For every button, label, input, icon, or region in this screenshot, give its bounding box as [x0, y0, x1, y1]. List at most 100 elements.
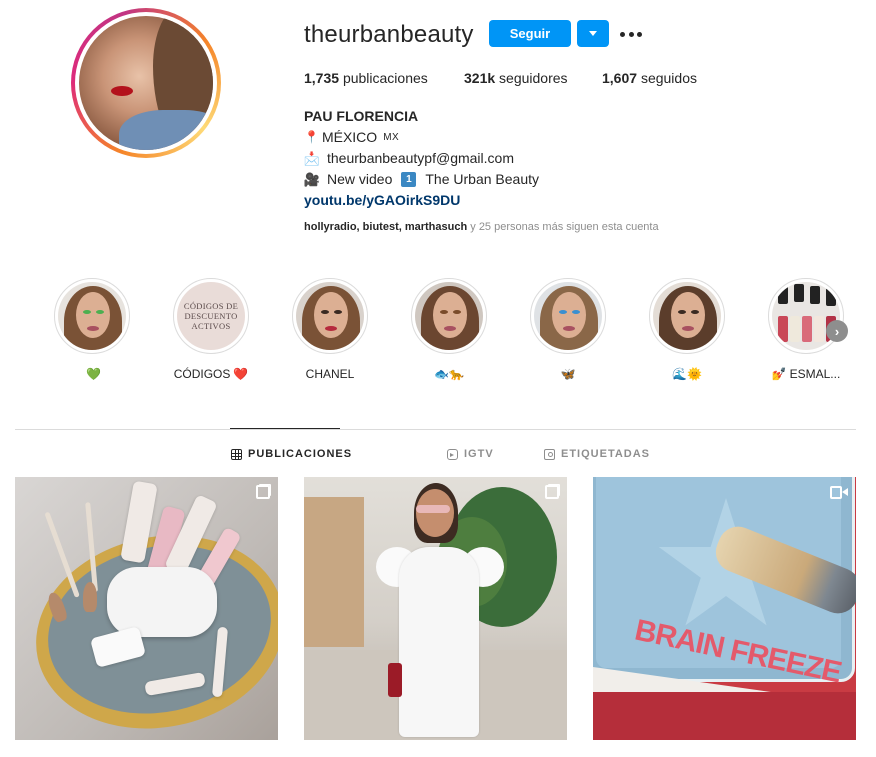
highlight-label-text: CÓDIGOS [173, 367, 231, 381]
highlight-image: CÓDIGOS DE DESCUENTO ACTIVOS [177, 282, 245, 350]
eye-shape [678, 310, 686, 314]
username: theurbanbeauty [304, 21, 474, 48]
post-thumbnail[interactable]: BRAIN FREEZE [593, 477, 856, 740]
video-icon [830, 486, 848, 499]
bio-location: 📍 MÉXICO MX [304, 127, 539, 148]
highlight-label: CÓDIGOS ❤️ [166, 366, 256, 382]
tab-publicaciones[interactable]: PUBLICACIONES [231, 446, 352, 462]
eye-shape [440, 310, 448, 314]
followed-by-names: hollyradio, biutest, marthasuch [304, 221, 468, 233]
highlight-image [653, 282, 721, 350]
face-shape [433, 292, 467, 338]
nail-polish-icon: 💅 [771, 367, 787, 381]
avatar-lips [111, 86, 133, 96]
highlight-1[interactable]: 💚 [47, 278, 137, 382]
chevron-down-icon [589, 31, 597, 36]
eye-shape [572, 310, 580, 314]
bio-link[interactable]: youtu.be/yGAOirkS9DU [304, 190, 539, 211]
face-shape [76, 292, 110, 338]
stat-following[interactable]: 1,607 seguidos [602, 70, 697, 86]
chevron-right-icon: › [834, 323, 840, 339]
email-text: theurbanbeautypf@gmail.com [327, 150, 514, 166]
suggested-accounts-dropdown-button[interactable] [577, 20, 609, 47]
eye-shape [453, 310, 461, 314]
highlight-cover [649, 278, 725, 354]
video-title: The Urban Beauty [425, 171, 539, 187]
lip-shape [325, 326, 337, 331]
polish-cap [810, 286, 820, 304]
lip-shape [444, 326, 456, 331]
tab-label: PUBLICACIONES [248, 448, 353, 460]
fish-leopard-icon: 🐟🐆 [434, 367, 464, 381]
highlight-2[interactable]: CÓDIGOS DE DESCUENTO ACTIVOS CÓDIGOS ❤️ [166, 278, 256, 382]
highlight-4[interactable]: 🐟🐆 [404, 278, 494, 382]
face-shape [671, 292, 705, 338]
more-dot-icon [628, 31, 634, 37]
bio-video: 🎥 New video 1 The Urban Beauty [304, 169, 539, 190]
butterfly-icon: 🦋 [560, 367, 576, 381]
followers-label: seguidores [499, 70, 568, 86]
tabs-divider [15, 429, 856, 430]
highlight-image [415, 282, 483, 350]
red-eyeshadow-pan [593, 692, 856, 740]
highlight-3[interactable]: CHANEL [285, 278, 375, 382]
polish-bottle [790, 316, 800, 342]
following-label: seguidos [640, 70, 697, 86]
highlight-6[interactable]: 🌊🌞 [642, 278, 732, 382]
highlight-image [534, 282, 602, 350]
highlight-label: 🦋 [523, 366, 613, 382]
avatar-jacket [119, 110, 213, 150]
tab-etiquetadas[interactable]: ETIQUETADAS [544, 446, 650, 462]
polish-bottle [802, 316, 812, 342]
highlight-cover [768, 278, 844, 354]
building-shape [304, 497, 364, 647]
followers-count: 321k [464, 70, 496, 86]
profile-avatar[interactable] [71, 8, 221, 158]
highlight-image [296, 282, 364, 350]
stat-posts: 1,735 publicaciones [304, 70, 428, 86]
location-text: MÉXICO [321, 129, 378, 145]
white-dress-shape [399, 547, 479, 737]
avatar-border [75, 12, 217, 154]
tab-label: IGTV [464, 448, 494, 460]
lip-shape [87, 326, 99, 331]
follow-button[interactable]: Seguir [489, 20, 571, 47]
highlight-label: 🌊🌞 [642, 366, 732, 382]
grid-icon [231, 448, 242, 460]
red-bag-shape [388, 663, 402, 697]
highlight-label-text: ESMAL... [789, 367, 841, 381]
makeup-case [107, 567, 217, 637]
highlight-image [58, 282, 126, 350]
wave-sun-icon: 🌊🌞 [672, 367, 702, 381]
pin-icon: 📍 [304, 130, 319, 144]
followed-by[interactable]: hollyradio, biutest, marthasuch y 25 per… [304, 221, 659, 233]
highlight-label: CHANEL [285, 366, 375, 382]
sunglasses-shape [416, 505, 450, 513]
highlight-label: 💚 [47, 366, 137, 382]
highlight-cover [530, 278, 606, 354]
polish-cap [778, 286, 788, 304]
green-heart-icon: 💚 [86, 367, 101, 381]
highlights-next-button[interactable]: › [826, 320, 848, 342]
envelope-icon: 📩 [303, 151, 321, 166]
eye-shape [321, 310, 329, 314]
head-shape [416, 489, 454, 537]
number-one-icon: 1 [401, 172, 417, 187]
tagged-icon [544, 448, 555, 460]
location-suffix: MX [383, 132, 400, 143]
followed-by-rest: y 25 personas más siguen esta cuenta [467, 221, 659, 233]
posts-label: publicaciones [342, 70, 428, 86]
video-text: New video [327, 171, 393, 187]
bio-email: 📩 theurbanbeautypf@gmail.com [304, 148, 539, 169]
polish-bottle [778, 316, 788, 342]
post-thumbnail[interactable] [304, 477, 567, 740]
post-thumbnail[interactable] [15, 477, 278, 740]
stat-followers[interactable]: 321k seguidores [464, 70, 568, 86]
highlight-label: 💅 ESMAL... [761, 366, 851, 382]
polish-cap [794, 284, 804, 302]
tab-igtv[interactable]: IGTV [447, 446, 494, 462]
codes-cover-text: CÓDIGOS DE DESCUENTO ACTIVOS [183, 301, 239, 331]
more-options-button[interactable] [620, 24, 642, 44]
red-heart-icon: ❤️ [233, 367, 249, 381]
highlight-5[interactable]: 🦋 [523, 278, 613, 382]
